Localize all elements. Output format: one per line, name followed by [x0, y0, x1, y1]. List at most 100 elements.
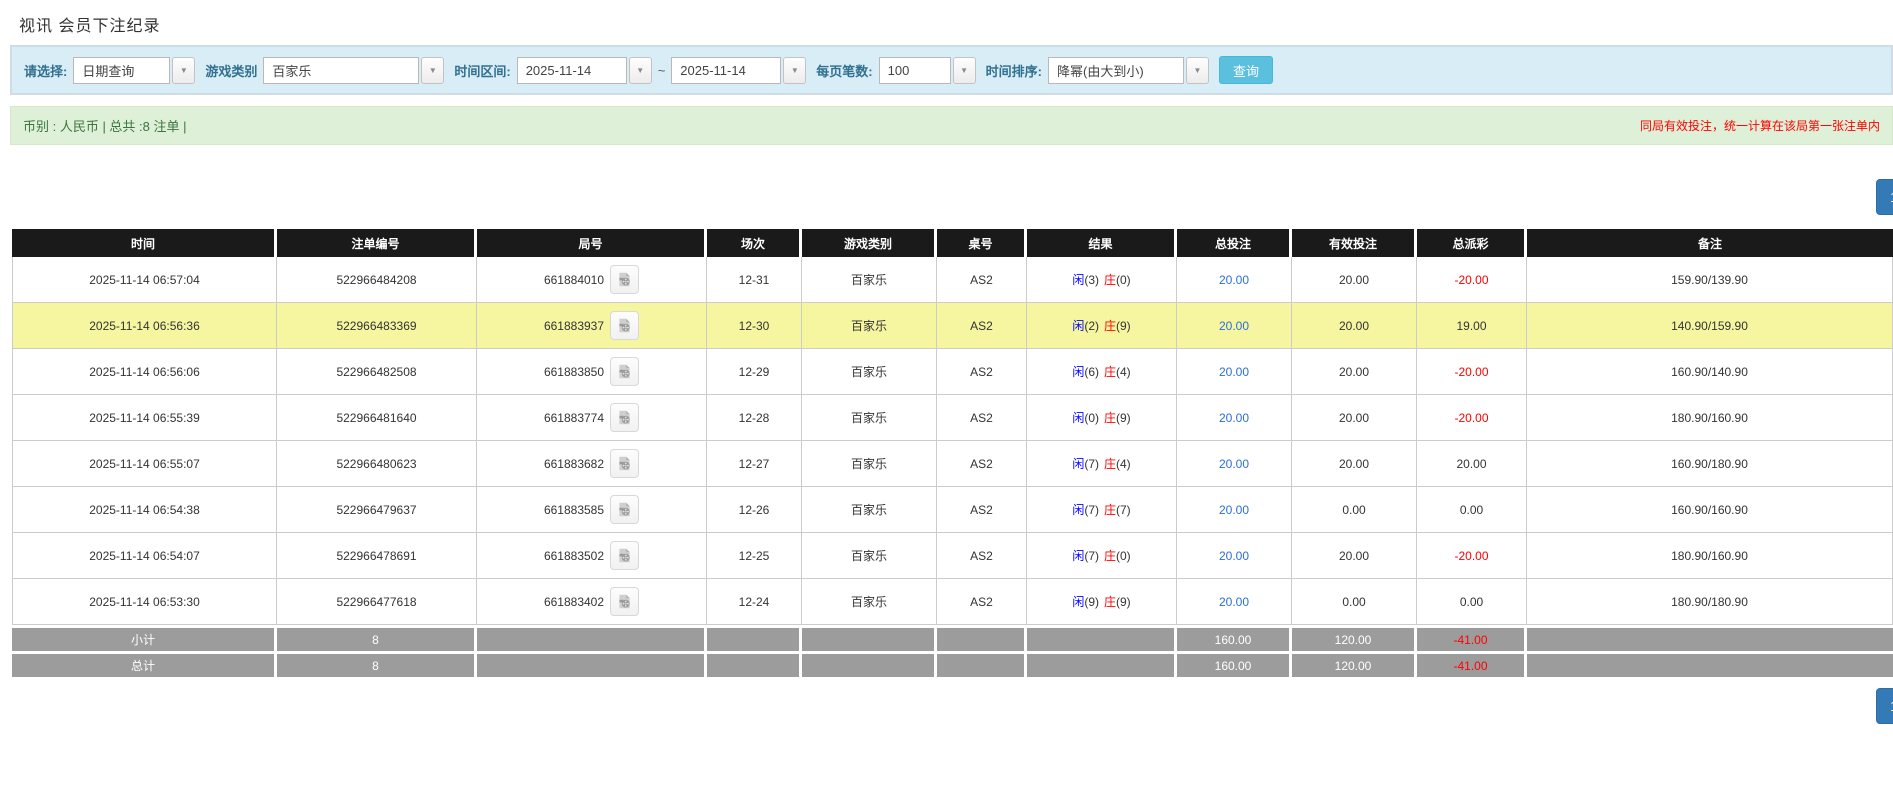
bet-id-cell: 522966479637 [277, 487, 477, 533]
round-id-text: 661884010 [543, 272, 605, 287]
total-bet-link[interactable]: 20.00 [1219, 365, 1249, 379]
column-header: 总派彩 [1417, 229, 1527, 257]
page-size-label: 每页笔数: [816, 63, 873, 79]
video-replay-button[interactable] [610, 541, 640, 570]
total-bet-cell: 20.00 [1177, 257, 1292, 303]
time-sort-combo: ▼ [1047, 56, 1209, 84]
pagination-page-button-bottom[interactable]: 1 [1876, 688, 1893, 724]
valid-bet-cell: 20.00 [1292, 257, 1417, 303]
table-number-cell: AS2 [937, 395, 1027, 441]
time-sort-dropdown-button[interactable]: ▼ [1185, 56, 1209, 84]
total-bet-link[interactable]: 20.00 [1219, 457, 1249, 471]
video-replay-button[interactable] [610, 587, 640, 616]
search-button[interactable]: 查询 [1218, 56, 1273, 84]
game-category-input[interactable] [263, 56, 420, 84]
banker-score: (9) [1116, 319, 1131, 333]
query-type-input[interactable] [73, 56, 171, 84]
round-id-text: 661883502 [543, 548, 605, 563]
banker-score: (4) [1116, 457, 1131, 471]
time-sort-label: 时间排序: [985, 63, 1042, 79]
table-row[interactable]: 2025-11-14 06:56:06 522966482508 661883850… [12, 349, 1893, 395]
date-to-input[interactable] [671, 56, 782, 84]
round-id-cell: 661884010 [477, 257, 707, 303]
player-score: (0) [1084, 411, 1099, 425]
bet-id-cell: 522966484208 [277, 257, 477, 303]
total-bet-link[interactable]: 20.00 [1219, 273, 1249, 287]
footer-count-cell: 8 [277, 625, 477, 651]
page-size-dropdown-button[interactable]: ▼ [952, 56, 976, 84]
grandtotal-row: 总计 8 160.00 120.00 -41.00 [12, 651, 1893, 677]
table-row[interactable]: 2025-11-14 06:55:07 522966480623 661883682… [12, 441, 1893, 487]
bet-time-cell: 2025-11-14 06:56:06 [12, 349, 277, 395]
round-id-text: 661883774 [543, 410, 605, 425]
time-sort-input[interactable] [1047, 56, 1184, 84]
footer-label-cell: 小计 [12, 625, 277, 651]
valid-bet-cell: 20.00 [1292, 441, 1417, 487]
table-row[interactable]: 2025-11-14 06:54:07 522966478691 661883502… [12, 533, 1893, 579]
video-replay-button[interactable] [610, 495, 640, 524]
total-bet-cell: 20.00 [1177, 349, 1292, 395]
video-replay-button[interactable] [610, 403, 640, 432]
total-bet-link[interactable]: 20.00 [1219, 595, 1249, 609]
table-row[interactable]: 2025-11-14 06:55:39 522966481640 661883774… [12, 395, 1893, 441]
total-bet-link[interactable]: 20.00 [1219, 411, 1249, 425]
select-type-label: 请选择: [24, 63, 68, 79]
remark-cell: 160.90/160.90 [1527, 487, 1893, 533]
pagination-page-button-top[interactable]: 1 [1876, 179, 1893, 215]
total-bet-cell: 20.00 [1177, 533, 1292, 579]
column-header: 场次 [707, 229, 802, 257]
table-row[interactable]: 2025-11-14 06:53:30 522966477618 661883402… [12, 579, 1893, 625]
total-bet-link[interactable]: 20.00 [1219, 503, 1249, 517]
session-cell: 12-30 [707, 303, 802, 349]
result-cell: 闲(7) 庄(4) [1027, 441, 1177, 487]
footer-label-cell: 总计 [12, 651, 277, 677]
currency-total-text: 币别 : 人民币 | 总共 :8 注单 | [23, 119, 187, 134]
valid-bet-note: 同局有效投注，统一计算在该局第一张注单内 [1639, 119, 1880, 133]
total-bet-link[interactable]: 20.00 [1219, 319, 1249, 333]
table-row[interactable]: 2025-11-14 06:54:38 522966479637 661883585… [12, 487, 1893, 533]
page-size-input[interactable] [878, 56, 951, 84]
table-row[interactable]: 2025-11-14 06:56:36 522966483369 661883937… [12, 303, 1893, 349]
video-replay-button[interactable] [610, 357, 640, 386]
date-from-combo: ▼ [516, 56, 652, 84]
table-body: 2025-11-14 06:57:04 522966484208 661884010… [12, 257, 1893, 625]
table-footer: 小计 8 160.00 120.00 -41.00 总计 8 160.00 120.00 -41.… [12, 625, 1893, 677]
video-replay-button[interactable] [610, 311, 640, 340]
date-from-dropdown-button[interactable]: ▼ [628, 56, 652, 84]
session-cell: 12-29 [707, 349, 802, 395]
round-id-cell: 661883402 [477, 579, 707, 625]
date-to-dropdown-button[interactable]: ▼ [783, 56, 807, 84]
column-header: 游戏类别 [802, 229, 937, 257]
footer-empty-cell [477, 651, 707, 677]
filter-bar: 请选择: ▼ 游戏类别 ▼ 时间区间: ▼ ~ ▼ 每页笔数: [11, 46, 1892, 94]
round-id-wrap: 661883850 [477, 357, 706, 386]
player-label: 闲 [1072, 503, 1085, 517]
column-header: 结果 [1027, 229, 1177, 257]
film-icon [619, 548, 630, 563]
banker-score: (4) [1116, 365, 1131, 379]
video-replay-button[interactable] [610, 449, 640, 478]
round-id-cell: 661883682 [477, 441, 707, 487]
payout-cell: -20.00 [1417, 395, 1527, 441]
remark-cell: 180.90/160.90 [1527, 533, 1893, 579]
banker-score: (7) [1116, 503, 1131, 517]
table-number-cell: AS2 [937, 257, 1027, 303]
bet-time-cell: 2025-11-14 06:54:38 [12, 487, 277, 533]
table-row[interactable]: 2025-11-14 06:57:04 522966484208 661884010… [12, 257, 1893, 303]
video-replay-button[interactable] [610, 265, 640, 294]
footer-empty-cell [937, 625, 1027, 651]
date-from-input[interactable] [516, 56, 627, 84]
footer-payout-cell: -41.00 [1417, 625, 1527, 651]
film-icon [619, 502, 630, 517]
game-category-dropdown-button[interactable]: ▼ [421, 56, 445, 84]
banker-label: 庄 [1104, 549, 1117, 563]
film-icon [619, 410, 630, 425]
result-cell: 闲(7) 庄(0) [1027, 533, 1177, 579]
table-number-cell: AS2 [937, 579, 1027, 625]
query-type-dropdown-button[interactable]: ▼ [172, 56, 196, 84]
round-id-wrap: 661883502 [477, 541, 706, 570]
footer-empty-cell [707, 625, 802, 651]
bet-time-cell: 2025-11-14 06:53:30 [12, 579, 277, 625]
total-bet-link[interactable]: 20.00 [1219, 549, 1249, 563]
banker-score: (9) [1116, 595, 1131, 609]
